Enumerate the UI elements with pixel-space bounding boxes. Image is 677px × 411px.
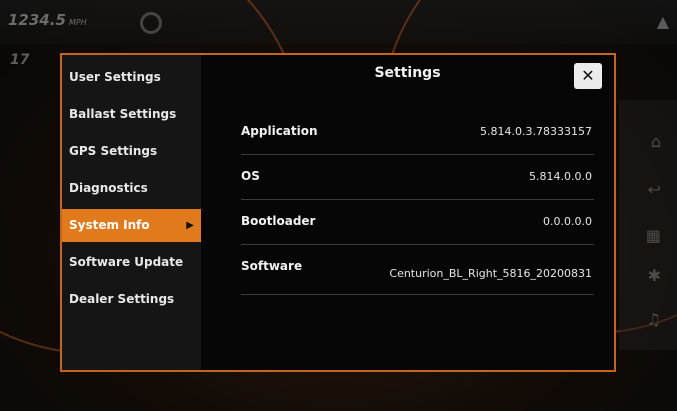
sidebar-item-software-update[interactable]: Software Update xyxy=(62,246,201,279)
sidebar-item-label: Ballast Settings xyxy=(69,107,177,121)
info-value: Centurion_BL_Right_5816_20200831 xyxy=(389,267,592,280)
light-icon: ✱ xyxy=(647,266,661,285)
info-value: 5.814.0.3.78333157 xyxy=(480,125,592,138)
close-button[interactable]: ✕ xyxy=(574,63,602,89)
info-row-application: Application 5.814.0.3.78333157 xyxy=(241,110,594,155)
system-info-panel: Settings ✕ Application 5.814.0.3.7833315… xyxy=(201,55,614,370)
info-value: 0.0.0.0.0 xyxy=(543,215,592,228)
sidebar-item-ballast-settings[interactable]: Ballast Settings xyxy=(62,98,201,131)
home-icon: ⌂ xyxy=(650,132,661,151)
close-icon: ✕ xyxy=(581,66,595,85)
sidebar-item-label: Dealer Settings xyxy=(69,292,175,306)
sidebar-item-system-info[interactable]: System Info ▶ xyxy=(62,209,201,242)
sidebar-item-label: System Info xyxy=(69,218,150,232)
sidebar-item-label: Diagnostics xyxy=(69,181,148,195)
settings-sidebar: User Settings Ballast Settings GPS Setti… xyxy=(62,55,201,370)
info-label: Software xyxy=(241,259,303,273)
info-label: OS xyxy=(241,169,260,183)
info-row-os: OS 5.814.0.0.0 xyxy=(241,155,594,200)
info-value: 5.814.0.0.0 xyxy=(529,170,592,183)
info-row-software: Software Centurion_BL_Right_5816_2020083… xyxy=(241,245,594,295)
sidebar-item-label: GPS Settings xyxy=(69,144,158,158)
screen: 1234.5 MPH 17 ▲ ⌂ ↩ ▦ ✱ ♫ User Settings B… xyxy=(0,0,677,411)
music-icon: ♫ xyxy=(646,310,661,329)
tow-icon: ↩ xyxy=(647,180,661,199)
settings-dialog: User Settings Ballast Settings GPS Setti… xyxy=(60,53,616,372)
chevron-right-icon: ▶ xyxy=(186,220,194,231)
sidebar-item-diagnostics[interactable]: Diagnostics xyxy=(62,172,201,205)
info-label: Application xyxy=(241,124,318,138)
dialog-title: Settings xyxy=(374,65,441,81)
info-row-bootloader: Bootloader 0.0.0.0.0 xyxy=(241,200,594,245)
sidebar-item-label: Software Update xyxy=(69,255,184,269)
sidebar-item-user-settings[interactable]: User Settings xyxy=(62,61,201,94)
info-label: Bootloader xyxy=(241,214,316,228)
display-icon: ▦ xyxy=(645,226,661,245)
sidebar-item-gps-settings[interactable]: GPS Settings xyxy=(62,135,201,168)
sidebar-item-label: User Settings xyxy=(69,70,161,84)
sidebar-item-dealer-settings[interactable]: Dealer Settings xyxy=(62,283,201,316)
